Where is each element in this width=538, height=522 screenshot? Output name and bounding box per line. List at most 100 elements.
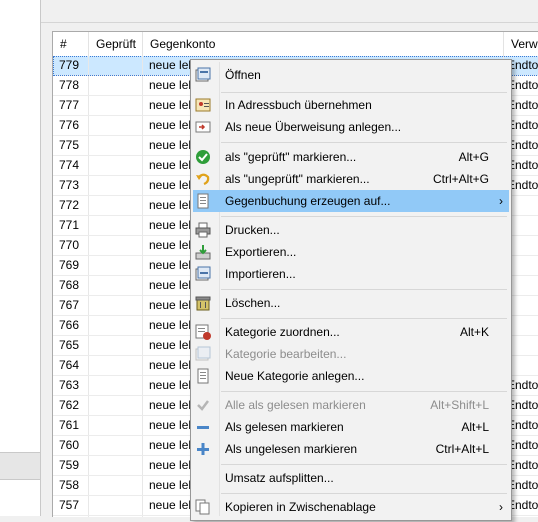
left-panel — [0, 0, 41, 516]
row-checked — [89, 116, 143, 135]
row-checked — [89, 296, 143, 315]
import-icon — [195, 266, 211, 282]
panel-divider[interactable] — [40, 0, 41, 516]
row-number: 761 — [53, 416, 89, 435]
row-checked — [89, 76, 143, 95]
row-number: 758 — [53, 476, 89, 495]
menu-item-open[interactable]: Öffnen — [193, 64, 509, 86]
row-number: 775 — [53, 136, 89, 155]
row-number: 772 — [53, 196, 89, 215]
row-number: 762 — [53, 396, 89, 415]
document-icon — [195, 193, 211, 209]
menu-separator — [221, 289, 507, 290]
menu-item-address-book[interactable]: In Adressbuch übernehmen — [193, 94, 509, 116]
category-edit-icon — [195, 346, 211, 362]
menu-item-counter-booking[interactable]: Gegenbuchung erzeugen auf... › — [193, 190, 509, 212]
minus-icon — [195, 419, 211, 435]
menu-separator — [221, 391, 507, 392]
left-panel-strip — [0, 452, 40, 480]
row-number: 777 — [53, 96, 89, 115]
row-checked — [89, 56, 143, 75]
row-number: 763 — [53, 376, 89, 395]
transfer-icon — [195, 119, 211, 135]
table-header: # Geprüft Gegenkonto Verwe — [53, 32, 538, 57]
row-checked — [89, 176, 143, 195]
undo-icon — [195, 171, 211, 187]
column-header-counter-account[interactable]: Gegenkonto — [143, 32, 504, 56]
row-checked — [89, 396, 143, 415]
row-checked — [89, 416, 143, 435]
menu-separator — [221, 318, 507, 319]
row-number: 776 — [53, 116, 89, 135]
menu-item-new-category[interactable]: Neue Kategorie anlegen... — [193, 365, 509, 387]
menu-item-import[interactable]: Importieren... — [193, 263, 509, 285]
row-checked — [89, 436, 143, 455]
column-header-number[interactable]: # — [53, 32, 89, 56]
row-checked — [89, 136, 143, 155]
row-checked — [89, 456, 143, 475]
menu-item-export[interactable]: Exportieren... — [193, 241, 509, 263]
menu-item-mark-read[interactable]: Als gelesen markieren Alt+L — [193, 416, 509, 438]
menu-separator — [221, 464, 507, 465]
menu-item-edit-category[interactable]: Kategorie bearbeiten... — [193, 343, 509, 365]
row-number: 759 — [53, 456, 89, 475]
submenu-arrow-icon: › — [499, 500, 503, 514]
submenu-arrow-icon: › — [499, 194, 503, 208]
delete-icon — [195, 295, 211, 311]
plus-icon — [195, 441, 211, 457]
row-number: 769 — [53, 256, 89, 275]
row-number: 756 — [53, 516, 89, 517]
row-number: 779 — [53, 56, 89, 75]
menu-item-mark-checked[interactable]: als "geprüft" markieren... Alt+G — [193, 146, 509, 168]
row-checked — [89, 196, 143, 215]
open-icon — [195, 67, 211, 83]
menu-item-split[interactable]: Umsatz aufsplitten... — [193, 467, 509, 489]
check-icon — [195, 149, 211, 165]
row-checked — [89, 476, 143, 495]
row-number: 765 — [53, 336, 89, 355]
row-checked — [89, 516, 143, 517]
top-toolbar-area — [41, 0, 538, 23]
menu-item-copy[interactable]: Kopieren in Zwischenablage › — [193, 496, 509, 518]
menu-item-mark-unchecked[interactable]: als "ungeprüft" markieren... Ctrl+Alt+G — [193, 168, 509, 190]
menu-item-delete[interactable]: Löschen... — [193, 292, 509, 314]
row-number: 770 — [53, 236, 89, 255]
row-number: 768 — [53, 276, 89, 295]
row-checked — [89, 236, 143, 255]
menu-separator — [221, 216, 507, 217]
row-number: 757 — [53, 496, 89, 515]
row-checked — [89, 216, 143, 235]
row-number: 764 — [53, 356, 89, 375]
row-checked — [89, 276, 143, 295]
column-header-purpose[interactable]: Verwe — [504, 32, 538, 56]
row-checked — [89, 356, 143, 375]
category-icon — [195, 324, 211, 340]
row-number: 773 — [53, 176, 89, 195]
menu-item-new-transfer[interactable]: Als neue Überweisung anlegen... — [193, 116, 509, 138]
column-header-checked[interactable]: Geprüft — [89, 32, 143, 56]
menu-item-print[interactable]: Drucken... — [193, 219, 509, 241]
menu-item-mark-all-read[interactable]: Alle als gelesen markieren Alt+Shift+L — [193, 394, 509, 416]
row-number: 760 — [53, 436, 89, 455]
row-number: 771 — [53, 216, 89, 235]
menu-separator — [221, 92, 507, 93]
addressbook-icon — [195, 97, 211, 113]
row-number: 774 — [53, 156, 89, 175]
row-number: 778 — [53, 76, 89, 95]
row-checked — [89, 316, 143, 335]
new-category-icon — [195, 368, 211, 384]
printer-icon — [195, 222, 211, 238]
row-checked — [89, 496, 143, 515]
row-checked — [89, 256, 143, 275]
row-checked — [89, 376, 143, 395]
row-checked — [89, 96, 143, 115]
menu-item-mark-unread[interactable]: Als ungelesen markieren Ctrl+Alt+L — [193, 438, 509, 460]
row-checked — [89, 156, 143, 175]
row-checked — [89, 336, 143, 355]
menu-item-assign-category[interactable]: Kategorie zuordnen... Alt+K — [193, 321, 509, 343]
row-number: 766 — [53, 316, 89, 335]
export-icon — [195, 244, 211, 260]
checkmark-icon — [195, 397, 211, 413]
menu-separator — [221, 493, 507, 494]
menu-separator — [221, 142, 507, 143]
